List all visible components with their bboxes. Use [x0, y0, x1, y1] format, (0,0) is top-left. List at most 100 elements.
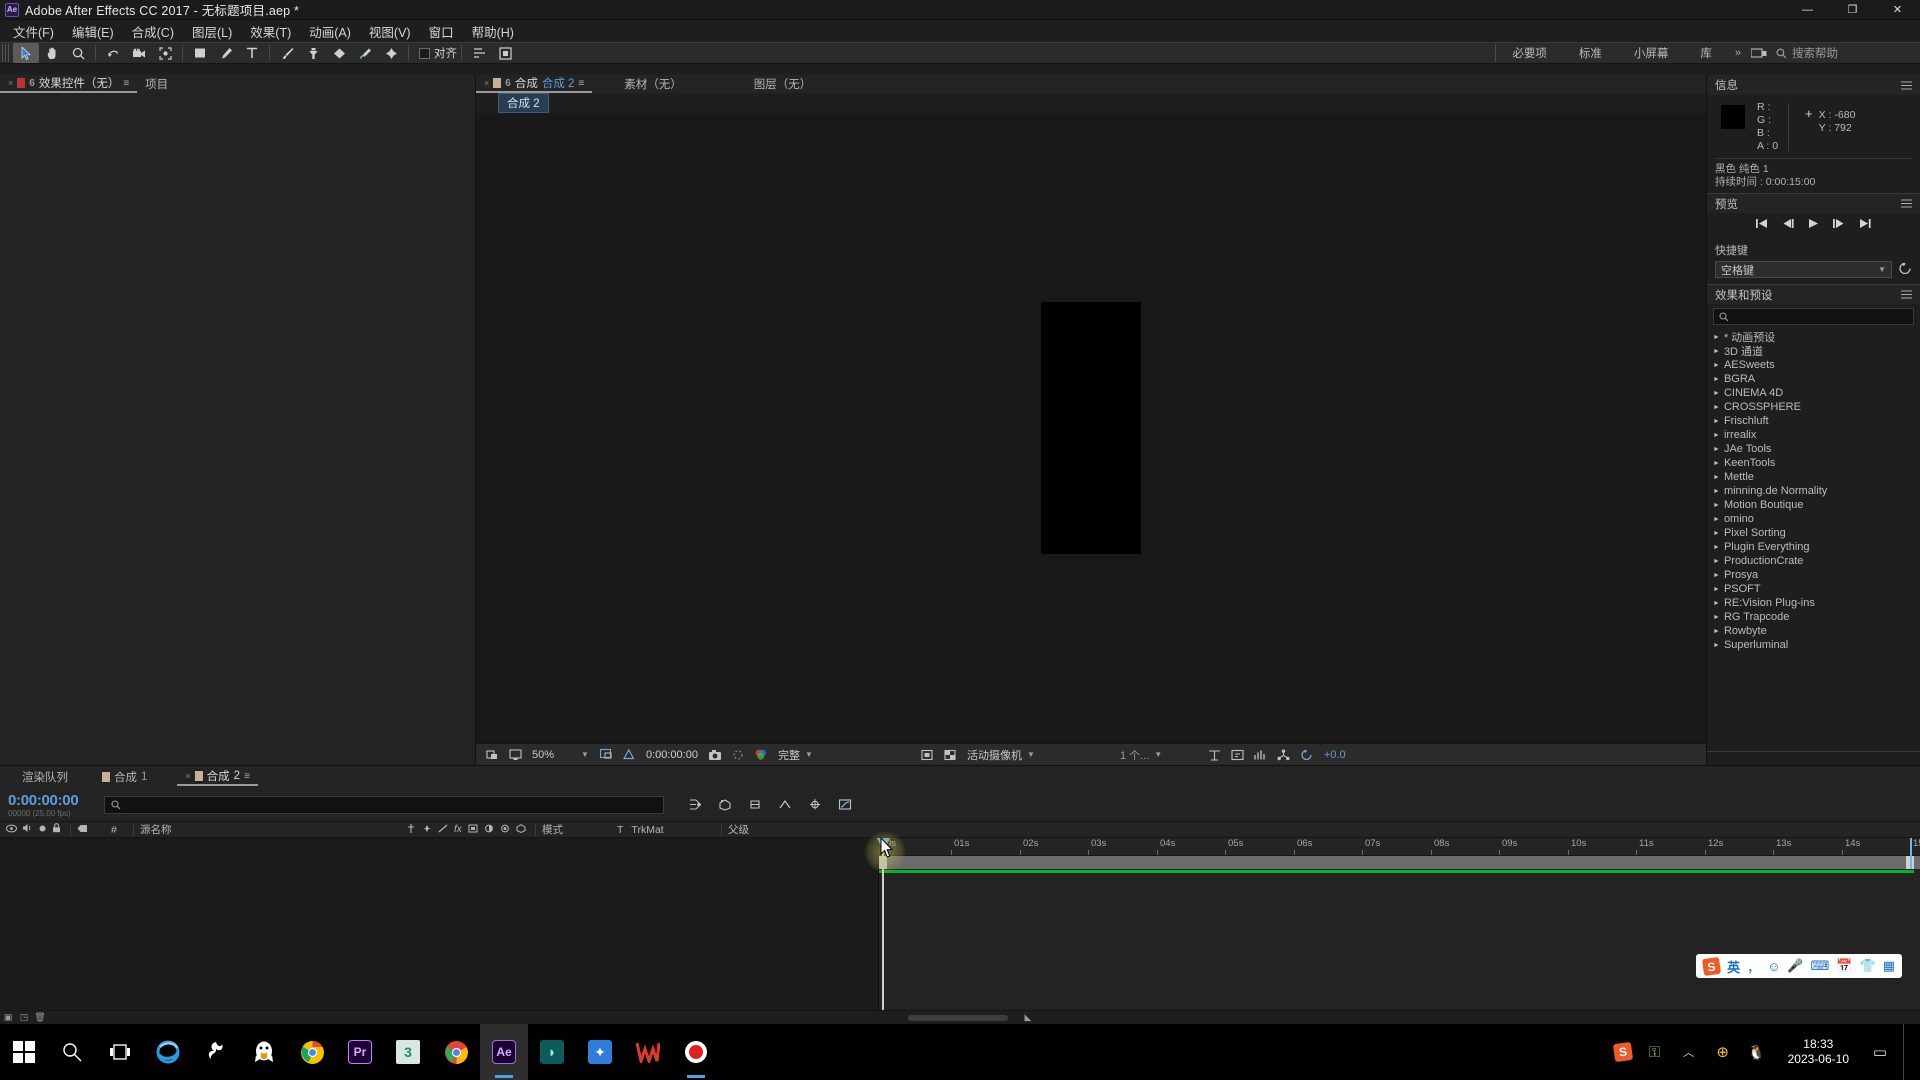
- video-visibility-icon[interactable]: [6, 824, 17, 836]
- wps-icon[interactable]: [624, 1024, 672, 1080]
- disclosure-triangle-icon[interactable]: ►: [1713, 586, 1720, 593]
- ime-emoji-icon[interactable]: ☺: [1767, 959, 1780, 974]
- menu-layer[interactable]: 图层(L): [183, 20, 241, 43]
- timeline-search-input[interactable]: [104, 795, 664, 814]
- disclosure-triangle-icon[interactable]: ►: [1713, 488, 1720, 495]
- effect-category-item[interactable]: ► ProductionCrate: [1707, 554, 1920, 568]
- tab-layer[interactable]: 图层（无）: [746, 75, 820, 93]
- windows-start-icon[interactable]: [0, 1024, 48, 1080]
- composition-settings-icon[interactable]: ▣: [0, 1012, 16, 1023]
- effect-category-item[interactable]: ► Plugin Everything: [1707, 540, 1920, 554]
- davinci-resolve-icon[interactable]: ◗: [528, 1024, 576, 1080]
- mask-icon[interactable]: [917, 746, 937, 764]
- reset-exposure-icon[interactable]: [1297, 746, 1317, 764]
- timeline-track-area[interactable]: 0s01s02s03s04s05s06s07s08s09s10s11s12s13…: [877, 838, 1920, 1010]
- transparency-grid-icon[interactable]: [619, 746, 639, 764]
- tab-footage[interactable]: 素材（无）: [616, 75, 690, 93]
- effect-category-item[interactable]: ► KeenTools: [1707, 456, 1920, 470]
- menu-composition[interactable]: 合成(C): [123, 20, 183, 43]
- tab-composition[interactable]: × 6 合成 合成 2 ≡: [476, 75, 593, 93]
- time-end-marker[interactable]: [1910, 838, 1912, 869]
- tab-effect-controls[interactable]: × 6 效果控件（无） ≡: [0, 75, 138, 93]
- chrome-canary-icon[interactable]: [432, 1024, 480, 1080]
- disclosure-triangle-icon[interactable]: ►: [1713, 558, 1720, 565]
- clone-stamp-tool-icon[interactable]: [300, 43, 326, 63]
- workspace-essential[interactable]: 必要项: [1496, 45, 1563, 61]
- renderer-icon[interactable]: [1251, 746, 1271, 764]
- disclosure-triangle-icon[interactable]: ►: [1713, 544, 1720, 551]
- work-area-bar[interactable]: [879, 856, 1920, 869]
- eraser-tool-icon[interactable]: [326, 43, 352, 63]
- disclosure-triangle-icon[interactable]: ►: [1713, 516, 1720, 523]
- panel-menu-icon[interactable]: ≡: [578, 78, 584, 89]
- security-icon[interactable]: ⊕: [1712, 1043, 1734, 1061]
- ime-skin-icon[interactable]: 👕: [1860, 958, 1876, 974]
- disclosure-triangle-icon[interactable]: ►: [1713, 348, 1720, 355]
- hand-tool-icon[interactable]: [39, 43, 65, 63]
- draft-3d-icon[interactable]: [710, 798, 740, 811]
- taskbar-clock[interactable]: 18:33 2023-06-10: [1780, 1037, 1857, 1067]
- tab-render-queue[interactable]: 渲染队列: [0, 768, 76, 786]
- composition-canvas[interactable]: [476, 113, 1706, 743]
- effect-category-item[interactable]: ► AESweets: [1707, 358, 1920, 372]
- camera-tool-icon[interactable]: [126, 43, 152, 63]
- effect-category-item[interactable]: ► RE:Vision Plug-ins: [1707, 596, 1920, 610]
- help-search[interactable]: 搜索帮助: [1770, 45, 1920, 61]
- tab-comp-1[interactable]: 合成 1: [94, 768, 155, 786]
- resolution-select[interactable]: 完整 ▼: [774, 747, 914, 763]
- disclosure-triangle-icon[interactable]: ►: [1713, 446, 1720, 453]
- text-tool-icon[interactable]: [239, 43, 265, 63]
- zoom-level-select[interactable]: 50% ▼: [528, 749, 593, 761]
- zoom-tool-icon[interactable]: [65, 43, 91, 63]
- pen-tool-icon[interactable]: [213, 43, 239, 63]
- disclosure-triangle-icon[interactable]: ►: [1713, 614, 1720, 621]
- show-snapshot-icon[interactable]: [728, 746, 748, 764]
- disclosure-triangle-icon[interactable]: ►: [1713, 474, 1720, 481]
- black-solid-layer[interactable]: [1041, 302, 1141, 554]
- effect-category-item[interactable]: ► irrealix: [1707, 428, 1920, 442]
- workspace-more-icon[interactable]: »: [1728, 47, 1748, 59]
- delete-icon[interactable]: 🗑: [32, 1012, 48, 1023]
- lock-icon[interactable]: [52, 823, 61, 836]
- action-center-icon[interactable]: ▭: [1869, 1043, 1891, 1061]
- maximize-button[interactable]: ❐: [1830, 0, 1875, 20]
- after-effects-icon[interactable]: Ae: [480, 1024, 528, 1080]
- rotation-tool-icon[interactable]: [100, 43, 126, 63]
- alpha-grid-icon[interactable]: [940, 746, 960, 764]
- qq-icon[interactable]: [240, 1024, 288, 1080]
- graph-editor-icon[interactable]: [830, 798, 860, 811]
- disclosure-triangle-icon[interactable]: ►: [1713, 572, 1720, 579]
- disclosure-triangle-icon[interactable]: ►: [1713, 432, 1720, 439]
- workspace-library[interactable]: 库: [1684, 45, 1728, 61]
- screen-switch-icon[interactable]: [1748, 47, 1770, 59]
- audio-icon[interactable]: [22, 823, 33, 836]
- menu-animation[interactable]: 动画(A): [300, 20, 360, 43]
- guides-icon[interactable]: [1205, 746, 1225, 764]
- next-frame-button[interactable]: [1833, 218, 1845, 232]
- effect-category-item[interactable]: ► RG Trapcode: [1707, 610, 1920, 624]
- close-icon[interactable]: ×: [8, 78, 13, 88]
- roto-brush-tool-icon[interactable]: [352, 43, 378, 63]
- disclosure-triangle-icon[interactable]: ►: [1713, 460, 1720, 467]
- wondershare-icon[interactable]: ✦: [576, 1024, 624, 1080]
- taskbar-search-icon[interactable]: [48, 1024, 96, 1080]
- sogou-logo-icon[interactable]: S: [1701, 956, 1722, 976]
- timeline-layer-list[interactable]: [0, 838, 879, 1010]
- tab-comp-2[interactable]: × 合成 2 ≡: [177, 768, 258, 786]
- comp-flowchart-icon[interactable]: ◳: [16, 1012, 32, 1023]
- previous-frame-button[interactable]: [1782, 218, 1794, 232]
- magnification-icon[interactable]: [482, 746, 502, 764]
- views-select[interactable]: 1 个... ▼: [1116, 747, 1202, 763]
- effect-category-item[interactable]: ► * 动画预设: [1707, 330, 1920, 344]
- motion-blur-icon[interactable]: [484, 824, 494, 836]
- mode-column-header[interactable]: 模式: [536, 822, 611, 837]
- panel-menu-icon[interactable]: ≡: [244, 771, 250, 782]
- timeline-horizontal-scrollbar[interactable]: [908, 1014, 1008, 1021]
- show-desktop-button[interactable]: [1903, 1024, 1912, 1080]
- disclosure-triangle-icon[interactable]: ►: [1713, 404, 1720, 411]
- parent-column-header[interactable]: 父级: [722, 822, 755, 837]
- ime-mode-label[interactable]: 英: [1727, 957, 1740, 976]
- 3d-layer-icon[interactable]: [516, 823, 526, 836]
- snapshot-icon[interactable]: [705, 746, 725, 764]
- disclosure-triangle-icon[interactable]: ►: [1713, 600, 1720, 607]
